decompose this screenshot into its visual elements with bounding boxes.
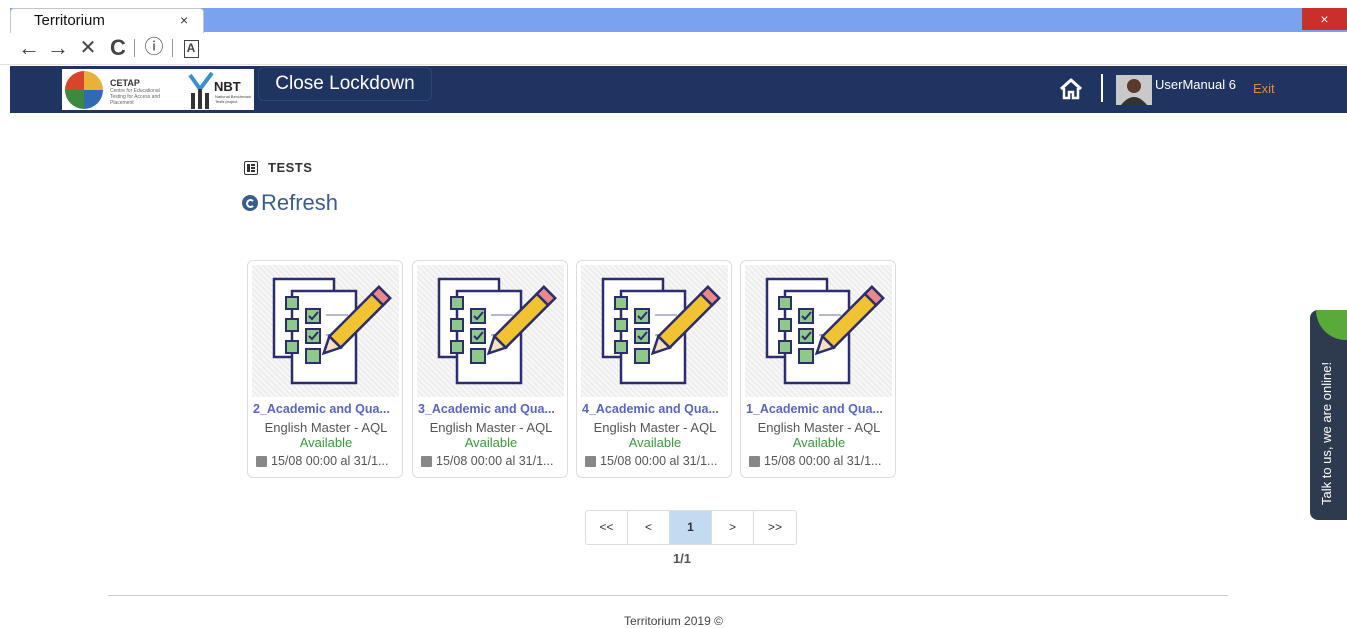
window-close-button[interactable]: ×: [1302, 8, 1347, 30]
page-first-button[interactable]: <<: [586, 511, 628, 544]
browser-toolbar: ← → ✕ C ⓘ A: [0, 33, 1347, 65]
back-icon[interactable]: ←: [17, 33, 41, 63]
test-thumbnail-icon: [765, 277, 885, 385]
user-avatar-icon: [1116, 75, 1152, 105]
test-subtitle: English Master - AQL: [593, 420, 717, 435]
test-card[interactable]: 1_Academic and Qua... English Master - A…: [740, 260, 896, 478]
stop-icon[interactable]: ✕: [76, 33, 100, 63]
close-lockdown-button[interactable]: Close Lockdown: [258, 67, 432, 101]
footer-divider: [108, 595, 1228, 596]
test-thumbnail[interactable]: [581, 265, 728, 397]
page-prev-button[interactable]: <: [628, 511, 670, 544]
nbt-logo-icon: [188, 71, 214, 109]
page-next-button[interactable]: >: [712, 511, 754, 544]
status-badge: Available: [299, 435, 353, 450]
test-date-text: 15/08 00:00 al 31/1...: [271, 454, 389, 468]
test-title[interactable]: 1_Academic and Qua...: [746, 402, 892, 416]
test-card[interactable]: 4_Academic and Qua... English Master - A…: [576, 260, 732, 478]
test-card[interactable]: 2_Academic and Qua... English Master - A…: [247, 260, 403, 478]
refresh-button[interactable]: Refresh: [242, 190, 338, 216]
test-date: 15/08 00:00 al 31/1...: [256, 454, 398, 468]
test-title[interactable]: 3_Academic and Qua...: [418, 402, 564, 416]
test-thumbnail-icon: [272, 277, 392, 385]
test-date-text: 15/08 00:00 al 31/1...: [436, 454, 554, 468]
calendar-icon: [421, 455, 432, 467]
toolbar-divider: [134, 39, 135, 57]
page-current-button[interactable]: 1: [670, 511, 712, 544]
page-info: 1/1: [672, 551, 692, 566]
cetap-logo-subtext: Centre for Educational Testing for Acces…: [110, 88, 161, 106]
section-title: TESTS: [268, 160, 313, 175]
test-subtitle: English Master - AQL: [264, 420, 388, 435]
nbt-logo-subtext: National Benchmark Tests project: [215, 94, 252, 104]
reader-icon-glyph: A: [183, 40, 199, 58]
test-date: 15/08 00:00 al 31/1...: [421, 454, 563, 468]
forward-icon[interactable]: →: [46, 33, 70, 63]
refresh-label: Refresh: [261, 190, 339, 215]
header-divider: [1101, 74, 1103, 102]
logo: CETAP Centre for Educational Testing for…: [62, 69, 254, 110]
chat-indicator: [1316, 310, 1347, 340]
reader-icon[interactable]: A: [180, 33, 202, 63]
test-thumbnail-icon: [601, 277, 721, 385]
status-badge: Available: [792, 435, 846, 450]
tab-title: Territorium: [34, 12, 105, 29]
cetap-logo-text: CETAP: [110, 78, 140, 88]
test-date-text: 15/08 00:00 al 31/1...: [764, 454, 882, 468]
browser-tabbar: Territorium × ×: [0, 0, 1347, 34]
test-date: 15/08 00:00 al 31/1...: [585, 454, 727, 468]
exit-link[interactable]: Exit: [1253, 81, 1275, 96]
tests-icon: [244, 161, 258, 175]
status-badge: Available: [628, 435, 682, 450]
chat-widget[interactable]: Talk to us, we are online!: [1310, 310, 1347, 520]
test-subtitle: English Master - AQL: [757, 420, 881, 435]
tabbar-background: [10, 8, 1347, 32]
test-thumbnail[interactable]: [252, 265, 399, 397]
pagination: << < 1 > >>: [585, 510, 797, 545]
calendar-icon: [749, 455, 760, 467]
tab-close-icon[interactable]: ×: [180, 12, 188, 28]
test-title[interactable]: 2_Academic and Qua...: [253, 402, 399, 416]
avatar[interactable]: [1116, 75, 1152, 105]
test-thumbnail-icon: [437, 277, 557, 385]
app-header: CETAP Centre for Educational Testing for…: [10, 66, 1347, 113]
toolbar-divider: [172, 39, 173, 57]
test-date: 15/08 00:00 al 31/1...: [749, 454, 891, 468]
calendar-icon: [256, 455, 267, 467]
test-card[interactable]: 3_Academic and Qua... English Master - A…: [412, 260, 568, 478]
username[interactable]: UserManual 6: [1155, 77, 1236, 92]
info-icon[interactable]: ⓘ: [142, 33, 166, 63]
cetap-logo-icon: [65, 71, 103, 109]
test-date-text: 15/08 00:00 al 31/1...: [600, 454, 718, 468]
test-thumbnail[interactable]: [745, 265, 892, 397]
chat-label: Talk to us, we are online!: [1319, 361, 1334, 505]
calendar-icon: [585, 455, 596, 467]
refresh-icon: [242, 195, 258, 211]
test-thumbnail[interactable]: [417, 265, 564, 397]
page-last-button[interactable]: >>: [754, 511, 796, 544]
test-subtitle: English Master - AQL: [429, 420, 553, 435]
footer-text: Territorium 2019 ©: [624, 614, 723, 628]
nbt-logo-text: NBT: [214, 79, 241, 94]
reload-icon[interactable]: C: [106, 33, 130, 63]
status-badge: Available: [464, 435, 518, 450]
test-title[interactable]: 4_Academic and Qua...: [582, 402, 728, 416]
home-icon[interactable]: [1058, 76, 1084, 102]
